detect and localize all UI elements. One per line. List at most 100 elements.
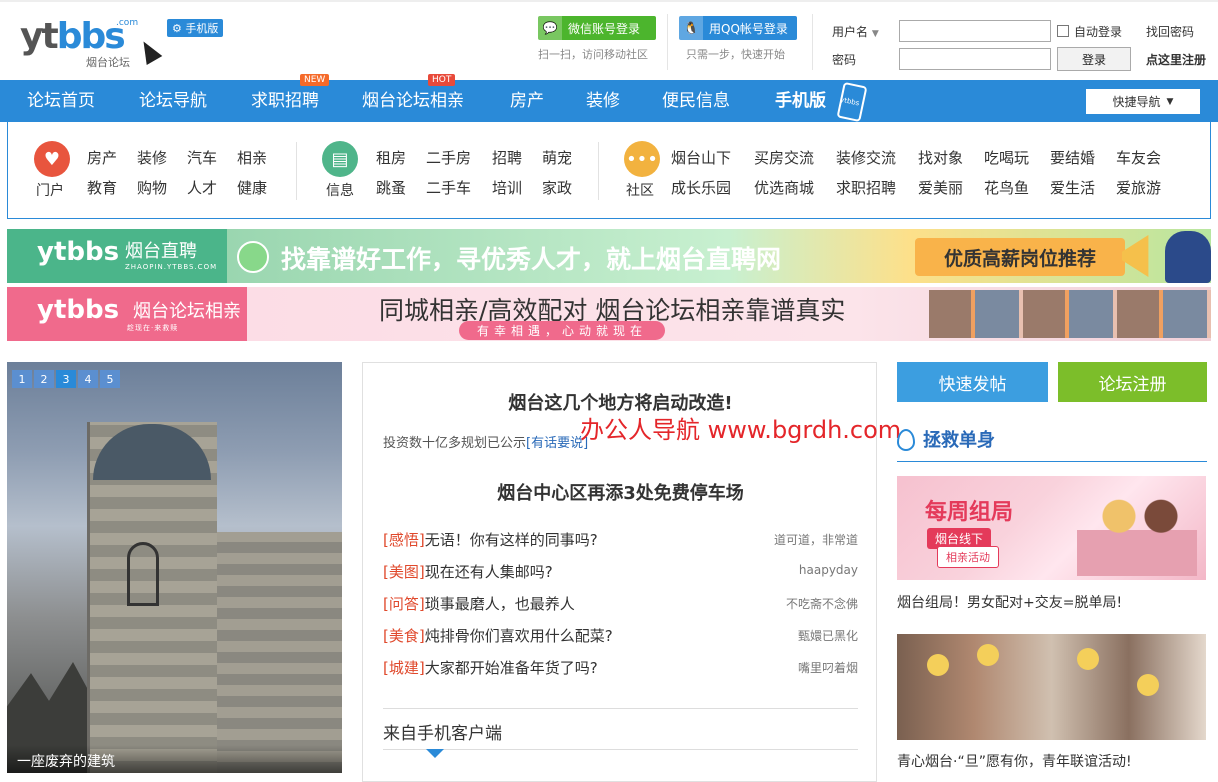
divider — [667, 14, 668, 70]
category-link[interactable]: 优选商城 — [754, 177, 814, 198]
category-title-portal[interactable]: 门户 — [36, 180, 64, 200]
category-link[interactable]: 烟台山下 — [671, 147, 731, 168]
category-link[interactable]: 爱生活 — [1050, 177, 1095, 198]
document-icon: ▤ — [322, 141, 358, 177]
category-link[interactable]: 跳蚤 — [376, 177, 406, 198]
nav-item-dating[interactable]: 烟台论坛相亲 HOT — [362, 74, 464, 122]
divider — [383, 749, 858, 750]
event-card-caption[interactable]: 烟台组局！男女配对+交友=脱单局! — [897, 592, 1122, 612]
dating-banner[interactable]: ytbbs 烟台论坛相亲 趁现在·来救赎 同城相亲/高效配对 烟台论坛相亲靠谱真… — [7, 287, 1211, 341]
logo-text: ytbbs — [20, 16, 126, 57]
mobile-client-heading[interactable]: 来自手机客户端 — [383, 719, 502, 744]
nav-item-home[interactable]: 论坛首页 — [27, 80, 95, 122]
chat-icon: ••• — [624, 141, 660, 177]
nav-item-jobs[interactable]: 求职招聘 NEW — [251, 74, 330, 122]
slider-page-3[interactable]: 3 — [56, 370, 76, 388]
category-link[interactable]: 人才 — [187, 177, 217, 198]
username-label[interactable]: 用户名 ▼ — [832, 23, 879, 40]
event-card-image[interactable]: 每周组局 烟台线下 相亲活动 — [897, 476, 1206, 580]
category-link[interactable]: 租房 — [376, 147, 406, 168]
category-link[interactable]: 教育 — [87, 177, 117, 198]
register-link[interactable]: 点这里注册 — [1146, 51, 1206, 68]
slider-pager: 1 2 3 4 5 — [12, 370, 120, 388]
category-link[interactable]: 萌宠 — [542, 147, 572, 168]
forum-register-button[interactable]: 论坛注册 — [1058, 362, 1207, 402]
category-link[interactable]: 要结婚 — [1050, 147, 1095, 168]
new-badge: NEW — [300, 74, 330, 86]
mobile-version-link[interactable]: ⚙ 手机版 — [167, 19, 224, 37]
category-link[interactable]: 爱旅游 — [1116, 177, 1161, 198]
news-item[interactable]: [美图]现在还有人集邮吗? haapyday — [383, 561, 858, 583]
slider-caption[interactable]: 一座废弃的建筑 — [7, 745, 342, 773]
banner-logo: ytbbs — [37, 295, 120, 325]
news-item[interactable]: [美食]炖排骨你们喜欢用什么配菜? 甄嬛已黑化 — [383, 625, 858, 647]
news-item[interactable]: [城建]大家都开始准备年货了吗? 嘴里叼着烟 — [383, 657, 858, 679]
qq-login-button[interactable]: 🐧 用QQ帐号登录 — [679, 16, 797, 40]
category-link[interactable]: 招聘 — [492, 147, 522, 168]
category-link[interactable]: 汽车 — [187, 147, 217, 168]
password-input[interactable] — [899, 48, 1051, 70]
category-link[interactable]: 相亲 — [237, 147, 267, 168]
category-link[interactable]: 家政 — [542, 177, 572, 198]
divider — [296, 142, 297, 200]
category-title-info[interactable]: 信息 — [326, 180, 354, 200]
slider-page-4[interactable]: 4 — [78, 370, 98, 388]
category-link[interactable]: 健康 — [237, 177, 267, 198]
nav-item-forum-guide[interactable]: 论坛导航 — [139, 80, 207, 122]
category-link[interactable]: 二手房 — [426, 147, 471, 168]
wechat-login-button[interactable]: 💬 微信账号登录 — [538, 16, 656, 40]
category-link[interactable]: 爱美丽 — [918, 177, 963, 198]
auto-login-checkbox[interactable] — [1057, 25, 1069, 37]
category-link[interactable]: 吃喝玩 — [984, 147, 1029, 168]
castle-window — [127, 542, 159, 606]
category-title-community[interactable]: 社区 — [626, 180, 654, 200]
find-password-link[interactable]: 找回密码 — [1146, 23, 1194, 40]
news-author[interactable]: 嘴里叼着烟 — [798, 659, 858, 676]
username-input[interactable] — [899, 20, 1051, 42]
category-link[interactable]: 装修 — [137, 147, 167, 168]
event-card-caption[interactable]: 青心烟台·“旦”愿有你，青年联谊活动! — [897, 751, 1132, 771]
news-author[interactable]: haapyday — [799, 563, 858, 577]
category-link[interactable]: 房产 — [87, 147, 117, 168]
category-link[interactable]: 二手车 — [426, 177, 471, 198]
category-link[interactable]: 装修交流 — [836, 147, 896, 168]
site-logo[interactable]: ytbbs .com 烟台论坛 — [20, 16, 140, 72]
login-button[interactable]: 登录 — [1057, 47, 1131, 71]
news-author[interactable]: 道可道，非常道 — [774, 531, 858, 548]
quick-post-button[interactable]: 快速发帖 — [897, 362, 1048, 402]
category-link[interactable]: 车友会 — [1116, 147, 1161, 168]
category-link[interactable]: 花鸟鱼 — [984, 177, 1029, 198]
quick-nav-dropdown[interactable]: 快捷导航 ▼ — [1086, 89, 1200, 114]
top-header: ytbbs .com 烟台论坛 ⚙ 手机版 💬 微信账号登录 扫一扫，访问移动社… — [0, 0, 1218, 80]
category-link[interactable]: 找对象 — [918, 147, 963, 168]
slider-page-5[interactable]: 5 — [100, 370, 120, 388]
person-illustration — [1165, 231, 1211, 283]
photo-collage — [929, 290, 1211, 338]
qq-icon: 🐧 — [679, 16, 703, 40]
category-link[interactable]: 成长乐园 — [671, 177, 731, 198]
nav-item-realestate[interactable]: 房产 — [510, 80, 544, 122]
headline-link[interactable]: 烟台中心区再添3处免费停车场 — [363, 479, 878, 505]
category-link[interactable]: 培训 — [492, 177, 522, 198]
slider-page-2[interactable]: 2 — [34, 370, 54, 388]
category-link[interactable]: 求职招聘 — [836, 177, 896, 198]
event-card-image[interactable] — [897, 634, 1206, 740]
slider-page-1[interactable]: 1 — [12, 370, 32, 388]
banner-tag: 优质高薪岗位推荐 — [915, 238, 1125, 276]
nav-item-mobile[interactable]: 手机版 — [775, 80, 826, 122]
jobs-banner[interactable]: ytbbs 烟台直聘 ZHAOPIN.YTBBS.COM 找靠谱好工作，寻优秀人… — [7, 229, 1211, 283]
nav-item-decoration[interactable]: 装修 — [586, 80, 620, 122]
comment-link[interactable]: [有话要说] — [526, 436, 588, 451]
caret-down-icon — [426, 749, 444, 758]
heart-icon: ♥ — [34, 141, 70, 177]
news-item[interactable]: [感悟]无语！你有这样的同事吗? 道可道，非常道 — [383, 529, 858, 551]
emoji-face-icon — [1137, 674, 1159, 696]
photo-slider[interactable]: 1 2 3 4 5 一座废弃的建筑 — [7, 362, 342, 773]
nav-item-services[interactable]: 便民信息 — [662, 80, 730, 122]
category-link[interactable]: 买房交流 — [754, 147, 814, 168]
news-item[interactable]: [问答]琐事最磨人，也最养人 不吃斋不念佛 — [383, 593, 858, 615]
news-author[interactable]: 甄嬛已黑化 — [798, 627, 858, 644]
category-link[interactable]: 购物 — [137, 177, 167, 198]
banner-tiny-text: ZHAOPIN.YTBBS.COM — [125, 263, 218, 271]
news-author[interactable]: 不吃斋不念佛 — [786, 595, 858, 612]
